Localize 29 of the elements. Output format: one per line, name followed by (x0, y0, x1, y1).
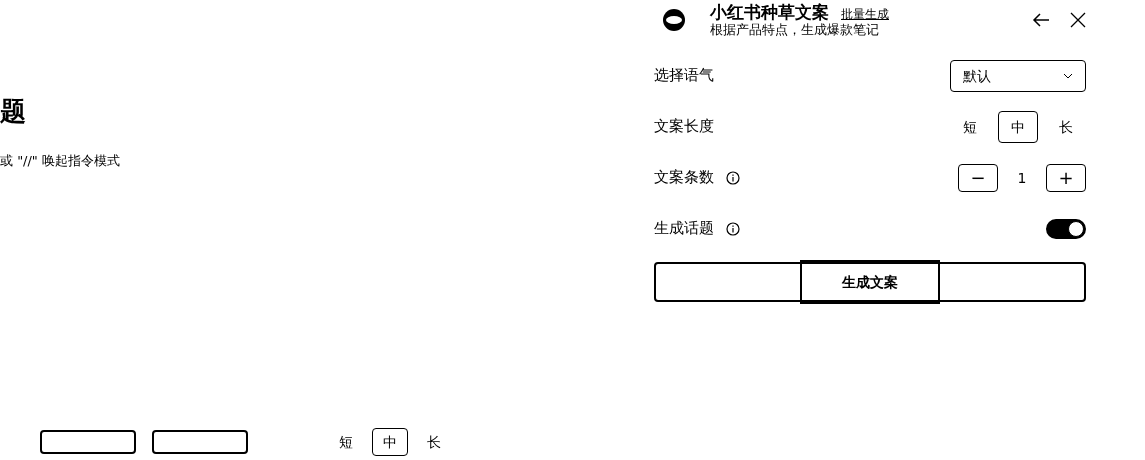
info-icon[interactable] (726, 221, 740, 236)
chevron-down-icon (1063, 72, 1073, 79)
editor-hint: 或 "//" 唤起指令模式 (0, 152, 121, 170)
length-option[interactable]: 中 (372, 428, 408, 456)
panel-subtitle: 根据产品特点，生成爆款笔记 (710, 22, 880, 38)
tone-select[interactable]: 默认 (950, 59, 1086, 92)
setting-label: 文案条数 (654, 167, 714, 189)
toolbar-button[interactable] (152, 430, 248, 454)
batch-generate-link[interactable]: 批量生成 (841, 6, 889, 22)
length-option[interactable]: 长 (416, 428, 452, 456)
generate-button[interactable]: 生成文案 (800, 260, 940, 304)
toggle-switch[interactable] (1046, 218, 1086, 239)
setting-label: 选择语气 (654, 65, 714, 87)
length-option[interactable]: 短 (328, 428, 364, 456)
setting-label: 生成话题 (654, 218, 714, 240)
length-option[interactable]: 短 (950, 110, 990, 143)
logo-icon (662, 8, 686, 32)
panel-title: 小红书种草文案 (710, 2, 829, 22)
back-arrow-icon[interactable] (1032, 13, 1050, 27)
page-title: 题 (0, 95, 27, 128)
length-option[interactable]: 长 (1046, 110, 1086, 143)
length-option[interactable]: 中 (998, 110, 1038, 143)
count-value: 1 (1016, 168, 1028, 188)
plus-button[interactable]: + (1046, 163, 1086, 192)
close-icon[interactable] (1070, 12, 1086, 28)
setting-label: 文案长度 (654, 116, 714, 138)
minus-button[interactable]: − (958, 163, 998, 192)
info-icon[interactable] (726, 170, 740, 185)
toolbar-button[interactable] (40, 430, 136, 454)
